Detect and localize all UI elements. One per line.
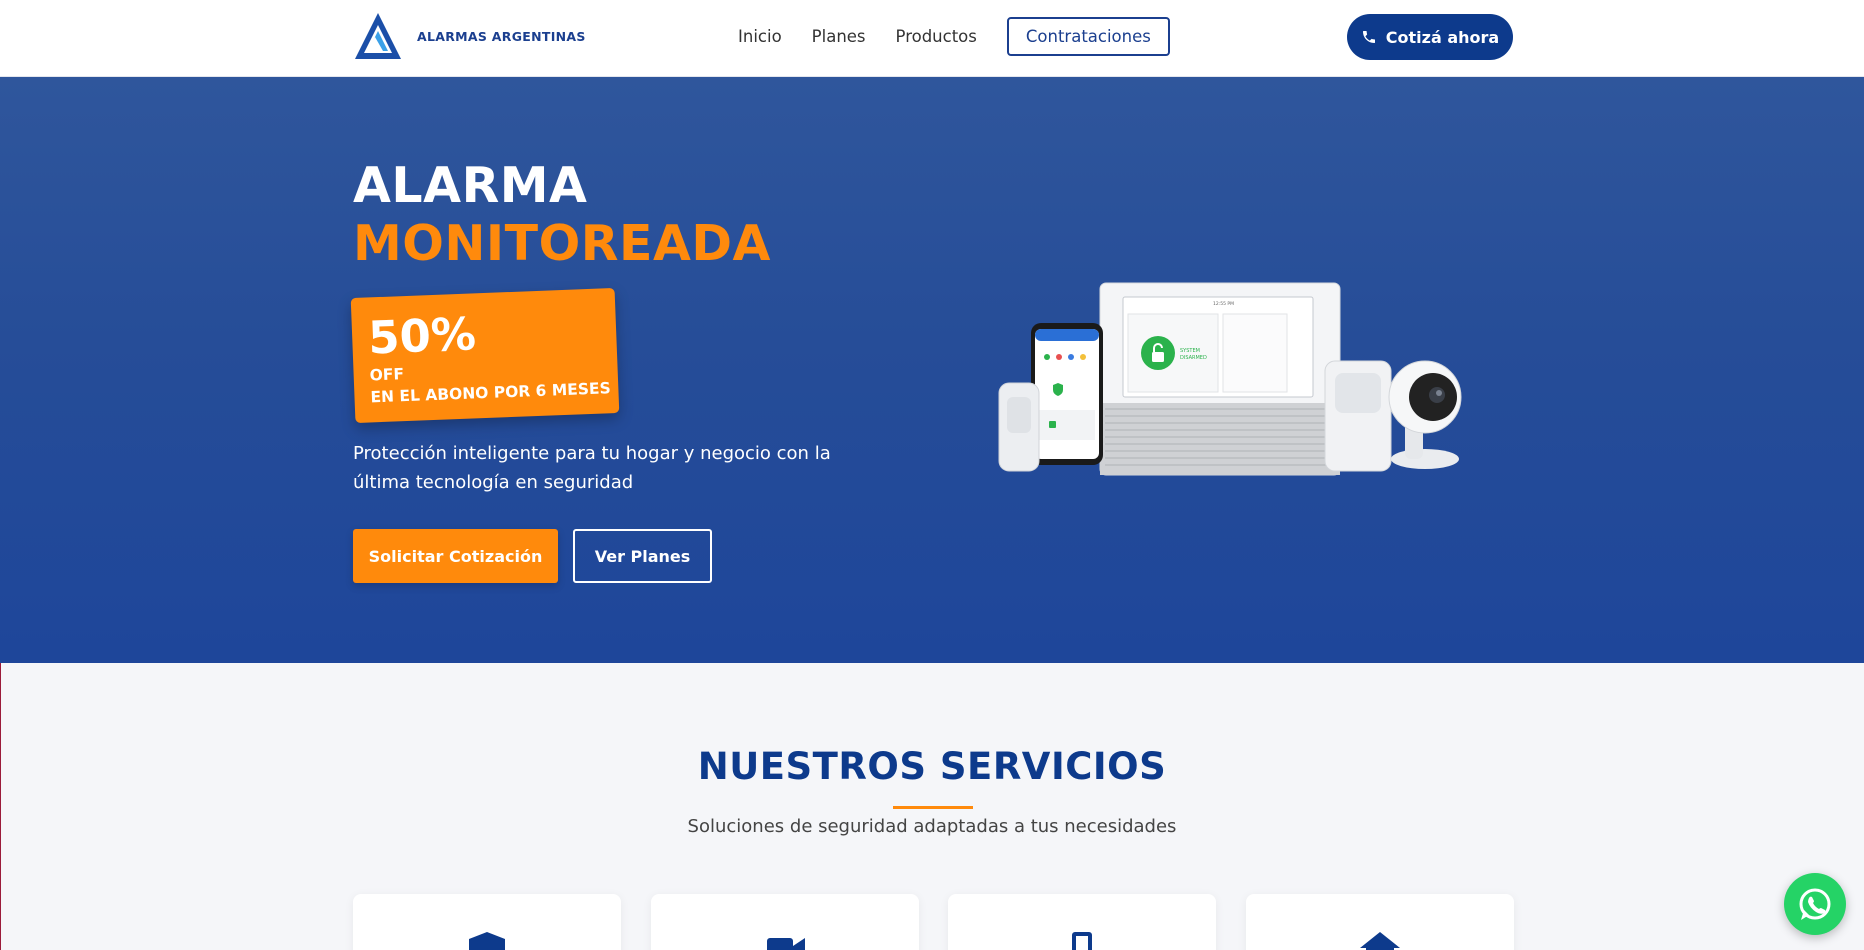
mobile-phone-icon (1072, 932, 1092, 950)
services-title: NUESTROS SERVICIOS (697, 745, 1167, 788)
shield-icon (469, 932, 505, 950)
nav-contrataciones-button[interactable]: Contrataciones (1006, 17, 1170, 56)
solicitar-cotizacion-button[interactable]: Solicitar Cotización (353, 529, 558, 583)
screen-time: 12:55 PM (1213, 301, 1234, 307)
video-camera-icon (767, 938, 805, 950)
nav-productos[interactable]: Productos (896, 18, 977, 56)
nav-planes[interactable]: Planes (812, 18, 866, 56)
logo-icon (355, 13, 401, 59)
logo-text: ALARMAS ARGENTINAS (417, 28, 586, 44)
screen-status-line1: SYSTEM (1180, 348, 1200, 354)
phone-icon (1362, 31, 1375, 43)
promo-badge: 50% OFF EN EL ABONO POR 6 MESES (350, 287, 620, 424)
services-title-underline (893, 806, 973, 809)
home-icon (1360, 932, 1400, 950)
service-card[interactable] (948, 894, 1216, 950)
screen-status-line2: DISARMED (1180, 355, 1207, 361)
cotiza-ahora-button[interactable]: Cotizá ahora (1347, 14, 1513, 60)
cotiza-ahora-label: Cotizá ahora (1385, 27, 1500, 47)
hero-title-line1: ALARMA (353, 157, 588, 214)
whatsapp-icon (1799, 888, 1831, 920)
whatsapp-button[interactable] (1784, 873, 1846, 935)
service-card[interactable] (353, 894, 621, 950)
alarm-products-image: SYSTEM DISARMED 12:55 PM (998, 282, 1462, 476)
promo-percentage: 50% (367, 307, 477, 365)
service-card[interactable] (651, 894, 919, 950)
services-subtitle: Soluciones de seguridad adaptadas a tus … (687, 816, 1177, 837)
nav-inicio[interactable]: Inicio (738, 18, 782, 56)
ver-planes-button[interactable]: Ver Planes (573, 529, 712, 583)
hero-title-line2: MONITOREADA (353, 215, 771, 272)
hero-section: ALARMA MONITOREADA 50% OFF EN EL ABONO P… (0, 77, 1864, 663)
site-header: ALARMAS ARGENTINAS Inicio Planes Product… (0, 0, 1864, 77)
logo[interactable]: ALARMAS ARGENTINAS (353, 11, 586, 61)
service-card[interactable] (1246, 894, 1514, 950)
hero-description: Protección inteligente para tu hogar y n… (353, 443, 831, 493)
main-nav: Inicio Planes Productos Contrataciones (738, 17, 1170, 56)
